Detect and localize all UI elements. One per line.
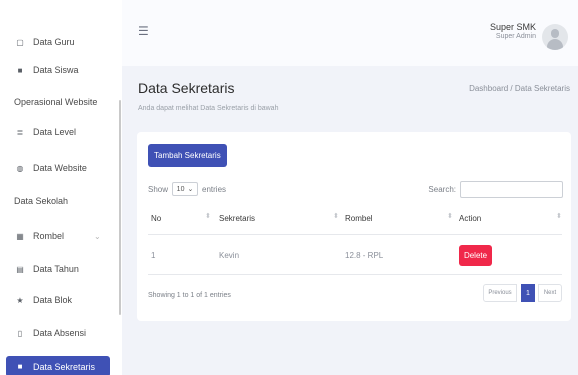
calendar-icon: ▤ [16, 264, 24, 274]
add-sekretaris-button[interactable]: Tambah Sekretaris [148, 144, 227, 167]
sort-icon[interactable]: ⬍ [333, 212, 339, 220]
entries-label: entries [202, 184, 227, 194]
sidebar-item-label: Data Siswa [33, 65, 79, 75]
column-header-rombel[interactable]: Rombel [345, 214, 373, 223]
breadcrumb[interactable]: Dashboard / Data Sekretaris [469, 84, 570, 93]
grid-icon: ▦ [16, 231, 24, 241]
sidebar-section-operasional: Operasional Website [14, 97, 98, 107]
sidebar-item-label: Data Guru [33, 37, 75, 47]
sidebar-item-data-siswa[interactable]: ■ Data Siswa [0, 59, 112, 81]
cell-no: 1 [151, 251, 156, 260]
chevron-down-icon: ⌄ [187, 186, 194, 193]
sidebar-item-data-absensi[interactable]: ▯ Data Absensi [0, 322, 112, 344]
column-header-no[interactable]: No [151, 214, 161, 223]
chevron-down-icon: ⌄ [94, 231, 101, 241]
sidebar-item-label: Data Tahun [33, 264, 79, 274]
sidebar-item-data-blok[interactable]: ★ Data Blok [0, 289, 112, 311]
hamburger-menu-icon[interactable]: ☰ [138, 24, 149, 38]
sidebar-item-label: Data Blok [33, 295, 73, 305]
document-icon: ▢ [16, 37, 24, 47]
search: Search: [428, 181, 563, 198]
cell-rombel: 12.8 - RPL [345, 251, 384, 260]
delete-button[interactable]: Delete [459, 245, 492, 266]
globe-icon: ◍ [16, 163, 24, 173]
page-subtitle: Anda dapat melihat Data Sekretaris di ba… [138, 105, 279, 112]
star-icon: ★ [16, 295, 24, 305]
previous-page-button[interactable]: Previous [483, 284, 517, 302]
show-entries: Show 10 ⌄ entries [148, 182, 226, 196]
sort-icon[interactable]: ⬍ [447, 212, 453, 220]
entries-value: 10 [176, 185, 185, 193]
page-1-button[interactable]: 1 [521, 284, 535, 302]
topbar: ☰ Super SMK Super Admin [122, 0, 578, 66]
sidebar-item-data-sekretaris[interactable]: ■ Data Sekretaris [6, 356, 110, 375]
column-header-sekretaris[interactable]: Sekretaris [219, 214, 255, 223]
sort-icon[interactable]: ⬍ [556, 212, 562, 220]
sidebar-item-data-level[interactable]: ≣ Data Level [0, 121, 112, 143]
sidebar-item-label: Rombel [33, 231, 65, 241]
sidebar: ▢ Data Guru ■ Data Siswa Operasional Web… [0, 0, 122, 375]
sort-icon[interactable]: ⬍ [205, 212, 211, 220]
sidebar-item-label: Data Absensi [33, 328, 87, 338]
search-input[interactable] [460, 181, 563, 198]
database-icon: ≣ [16, 127, 24, 137]
sidebar-item-data-tahun[interactable]: ▤ Data Tahun [0, 258, 112, 280]
cell-sekretaris: Kevin [219, 251, 240, 260]
sidebar-section-sekolah: Data Sekolah [14, 196, 69, 206]
pagination: Previous 1 Next [483, 284, 562, 302]
page-title: Data Sekretaris [138, 80, 235, 96]
column-header-action[interactable]: Action [459, 214, 481, 223]
sidebar-item-label: Data Website [33, 163, 87, 173]
row-divider [148, 274, 562, 275]
entries-select[interactable]: 10 ⌄ [172, 182, 199, 196]
sidebar-item-rombel[interactable]: ▦ Rombel ⌄ [0, 225, 112, 247]
data-table-card: Tambah Sekretaris Show 10 ⌄ entries Sear… [137, 132, 571, 321]
user-name: Super SMK [489, 22, 536, 32]
sidebar-item-label: Data Level [33, 127, 77, 137]
clipboard-icon: ▯ [17, 328, 23, 338]
avatar-head-shape [551, 29, 559, 38]
avatar-body-shape [547, 39, 563, 50]
sidebar-item-data-guru[interactable]: ▢ Data Guru [0, 31, 112, 53]
show-label: Show [148, 184, 169, 194]
table-info: Showing 1 to 1 of 1 entries [148, 292, 231, 299]
header-divider [148, 234, 562, 235]
sidebar-item-label: Data Sekretaris [33, 361, 96, 372]
avatar[interactable] [542, 24, 568, 50]
users-icon: ■ [17, 362, 23, 371]
sidebar-item-data-website[interactable]: ◍ Data Website [0, 157, 112, 179]
next-page-button[interactable]: Next [538, 284, 562, 302]
users-icon: ■ [17, 65, 23, 75]
user-role: Super Admin [495, 33, 536, 40]
sidebar-scrollbar[interactable] [119, 100, 121, 315]
search-label: Search: [428, 185, 456, 194]
